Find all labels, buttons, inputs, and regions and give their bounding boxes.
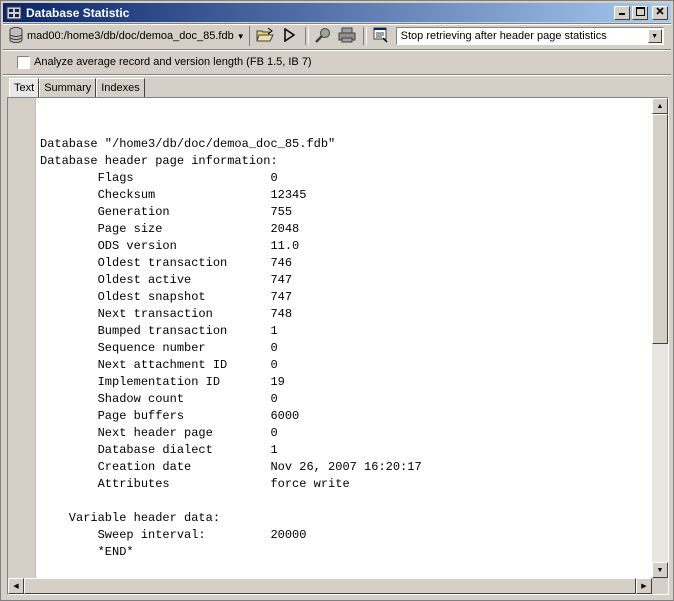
print-button[interactable] xyxy=(336,26,358,46)
find-button[interactable] xyxy=(312,26,334,46)
arrow-up-icon: ▲ xyxy=(656,102,664,110)
scrollbar-corner xyxy=(652,578,668,594)
app-icon xyxy=(6,5,22,21)
statistics-output-pane[interactable]: Database "/home3/db/doc/demoa_doc_85.fdb… xyxy=(7,97,669,595)
database-selector[interactable]: mad00:/home3/db/doc/demoa_doc_85.fdb ▼ xyxy=(5,26,250,46)
output-line: Bumped transaction 1 xyxy=(40,324,278,338)
retrieve-option-value: Stop retrieving after header page statis… xyxy=(400,30,607,42)
horizontal-scroll-thumb[interactable] xyxy=(24,578,636,594)
tab-indexes[interactable]: Indexes xyxy=(96,78,145,98)
vertical-scrollbar[interactable]: ▲ ▼ xyxy=(652,98,668,578)
options-divider xyxy=(3,74,671,76)
output-line: Shadow count 0 xyxy=(40,392,278,406)
output-line: Page buffers 6000 xyxy=(40,409,300,423)
tab-label: Indexes xyxy=(101,82,140,94)
output-line: Implementation ID 19 xyxy=(40,375,285,389)
toolbar-separator xyxy=(304,27,309,45)
open-file-button[interactable] xyxy=(254,26,276,46)
output-line: Sequence number 0 xyxy=(40,341,278,355)
run-icon xyxy=(283,27,295,45)
tab-text[interactable]: Text xyxy=(9,78,40,98)
tab-label: Text xyxy=(14,82,35,94)
output-line: Database "/home3/db/doc/demoa_doc_85.fdb… xyxy=(40,137,336,151)
window-title: Database Statistic xyxy=(26,5,130,20)
maximize-button[interactable] xyxy=(632,5,648,20)
output-line: Next transaction 748 xyxy=(40,307,293,321)
output-line: Checksum 12345 xyxy=(40,188,307,202)
database-statistic-window: Database Statistic mad00:/home3/db/doc/d… xyxy=(0,0,674,601)
output-line: Oldest transaction 746 xyxy=(40,256,293,270)
tab-bar: Text Summary Indexes xyxy=(9,78,145,98)
scroll-left-button[interactable]: ◀ xyxy=(8,578,24,594)
statistics-text[interactable]: Database "/home3/db/doc/demoa_doc_85.fdb… xyxy=(40,136,422,561)
analyze-option[interactable]: Analyze average record and version lengt… xyxy=(17,54,312,70)
output-line: Database dialect 1 xyxy=(40,443,278,457)
output-line: Variable header data: xyxy=(40,511,221,525)
chevron-down-icon: ▼ xyxy=(236,31,245,41)
options-icon xyxy=(372,27,390,46)
title-bar[interactable]: Database Statistic xyxy=(3,3,671,22)
scroll-up-button[interactable]: ▲ xyxy=(652,98,668,114)
analyze-label: Analyze average record and version lengt… xyxy=(34,56,312,68)
output-line: Creation date Nov 26, 2007 16:20:17 xyxy=(40,460,422,474)
tab-label: Summary xyxy=(44,82,92,94)
close-button[interactable] xyxy=(652,5,668,20)
output-line: Attributes force write xyxy=(40,477,350,491)
open-file-icon xyxy=(255,27,274,46)
minimize-icon xyxy=(618,7,626,18)
arrow-right-icon: ▶ xyxy=(641,583,647,590)
arrow-left-icon: ◀ xyxy=(13,583,19,590)
retrieve-option-select[interactable]: Stop retrieving after header page statis… xyxy=(395,27,664,45)
toolbar-bottom-divider xyxy=(3,49,671,51)
run-button[interactable] xyxy=(278,26,300,46)
options-button[interactable] xyxy=(370,26,392,46)
scroll-down-button[interactable]: ▼ xyxy=(652,562,668,578)
toolbar-separator xyxy=(362,27,367,45)
output-line: Flags 0 xyxy=(40,171,278,185)
output-line: Page size 2048 xyxy=(40,222,300,236)
chevron-down-icon[interactable]: ▼ xyxy=(647,29,662,43)
database-icon xyxy=(9,26,23,46)
print-icon xyxy=(338,27,356,46)
database-path: mad00:/home3/db/doc/demoa_doc_85.fdb xyxy=(27,30,234,42)
output-line: *END* xyxy=(40,545,134,559)
scroll-right-button[interactable]: ▶ xyxy=(636,578,652,594)
output-line: Database header page information: xyxy=(40,154,278,168)
output-line: Next attachment ID 0 xyxy=(40,358,278,372)
output-line: ODS version 11.0 xyxy=(40,239,300,253)
output-line: Oldest snapshot 747 xyxy=(40,290,293,304)
maximize-icon xyxy=(635,6,645,19)
toolbar: mad00:/home3/db/doc/demoa_doc_85.fdb ▼ S… xyxy=(5,24,669,48)
output-line: Oldest active 747 xyxy=(40,273,293,287)
minimize-button[interactable] xyxy=(614,5,630,20)
horizontal-scrollbar[interactable]: ◀ ▶ xyxy=(8,578,652,594)
vertical-scroll-thumb[interactable] xyxy=(652,114,668,344)
output-line: Next header page 0 xyxy=(40,426,278,440)
analyze-checkbox[interactable] xyxy=(17,55,30,69)
arrow-down-icon: ▼ xyxy=(656,566,664,574)
editor-gutter xyxy=(8,98,36,578)
tab-summary[interactable]: Summary xyxy=(39,78,97,98)
output-line: Generation 755 xyxy=(40,205,293,219)
close-icon xyxy=(656,7,664,18)
find-icon xyxy=(314,27,332,46)
output-line: Sweep interval: 20000 xyxy=(40,528,307,542)
